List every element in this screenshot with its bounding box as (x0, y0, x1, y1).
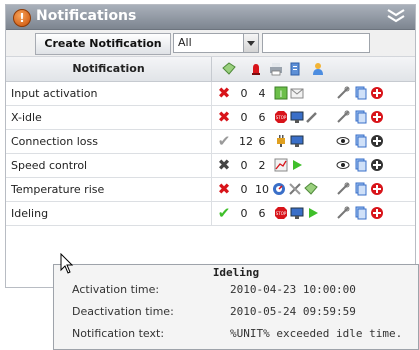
delete-icon[interactable] (370, 158, 384, 172)
table-row[interactable]: Temperature rise ✖ 0 10 (6, 178, 415, 202)
notification-name: Input activation (11, 87, 98, 100)
collapse-icon[interactable] (385, 7, 407, 25)
count-a: 0 (240, 159, 248, 172)
panel-title: Notifications (36, 8, 137, 24)
copy-icon[interactable] (353, 110, 367, 124)
error-x-icon: ✖ (217, 108, 231, 126)
delete-icon[interactable] (370, 86, 384, 100)
count-b: 4 (258, 87, 266, 100)
cell-divider (211, 130, 212, 153)
chevron-down-icon[interactable] (243, 34, 258, 52)
edit-icon[interactable] (336, 206, 350, 220)
notification-tooltip: Ideling Activation time: 2010-04-23 10:0… (53, 264, 419, 350)
monitor-icon (290, 111, 304, 123)
toolbar: Create Notification All (6, 30, 415, 57)
cell-divider (211, 178, 212, 201)
copy-icon[interactable] (353, 206, 367, 220)
notification-name: Temperature rise (11, 183, 105, 196)
copy-icon[interactable] (353, 158, 367, 172)
delete-icon[interactable] (370, 134, 384, 148)
deactivation-value: 2010-05-24 09:59:59 (230, 305, 356, 318)
cell-divider (211, 202, 212, 225)
filter-select-value: All (178, 36, 192, 49)
cell-divider (211, 154, 212, 177)
count-a: 12 (239, 135, 253, 148)
tag-icon (304, 182, 318, 195)
notification-text-label: Notification text: (72, 327, 165, 340)
delete-icon[interactable] (370, 206, 384, 220)
count-b: 6 (258, 207, 266, 220)
notification-name: Connection loss (11, 135, 98, 148)
filter-select[interactable]: All (173, 33, 259, 53)
delete-icon[interactable] (370, 110, 384, 124)
count-a: 0 (240, 207, 248, 220)
cell-divider (211, 82, 212, 105)
tools-icon (289, 183, 301, 195)
count-a: 0 (240, 111, 248, 124)
delete-icon[interactable] (370, 182, 384, 196)
cell-divider (211, 106, 212, 129)
notification-name: Speed control (11, 159, 88, 172)
alarm-bell-icon (252, 64, 260, 75)
panel-header: Notifications (6, 5, 415, 30)
disabled-x-icon: ✖ (217, 156, 231, 174)
error-x-icon: ✖ (217, 180, 231, 198)
eye-icon[interactable] (336, 158, 350, 172)
search-input[interactable] (262, 33, 370, 53)
activation-value: 2010-04-23 10:00:00 (230, 283, 356, 296)
tooltip-title: Ideling (212, 266, 260, 279)
column-header: Notification (6, 57, 415, 82)
create-notification-button[interactable]: Create Notification (35, 33, 171, 55)
stop-icon: STOP (275, 207, 287, 219)
table-row[interactable]: X-idle ✖ 0 6 STOP (6, 106, 415, 130)
play-icon (293, 160, 302, 170)
gauge-icon (273, 183, 285, 195)
count-b: 6 (258, 111, 266, 124)
check-icon: ✔ (217, 204, 231, 222)
copy-icon[interactable] (353, 182, 367, 196)
document-icon (290, 62, 300, 76)
plug-icon (277, 135, 285, 147)
notifications-panel: Notifications Create Notification All No… (5, 4, 416, 288)
column-notification[interactable]: Notification (6, 57, 212, 81)
table-row[interactable]: Ideling ✔ 0 6 STOP (6, 202, 415, 226)
printer-icon (270, 63, 282, 76)
email-icon (290, 88, 304, 99)
notification-name: Ideling (11, 207, 49, 220)
error-x-icon: ✖ (217, 84, 231, 102)
warning-icon (13, 9, 31, 27)
stop-icon: STOP (275, 111, 287, 123)
monitor-icon (290, 207, 304, 219)
svg-text:STOP: STOP (276, 211, 287, 216)
mouse-cursor-icon (60, 253, 74, 274)
eye-icon[interactable] (336, 134, 350, 148)
edit-icon[interactable] (336, 86, 350, 100)
count-b: 6 (258, 135, 266, 148)
copy-icon[interactable] (353, 86, 367, 100)
edit-icon[interactable] (336, 182, 350, 196)
svg-text:STOP: STOP (276, 115, 287, 120)
edit-icon[interactable] (336, 110, 350, 124)
svg-text:I: I (280, 90, 283, 100)
count-b: 2 (258, 159, 266, 172)
table-row[interactable]: Input activation ✖ 0 4 I (6, 82, 415, 106)
count-a: 0 (240, 183, 248, 196)
notification-name: X-idle (11, 111, 42, 124)
check-icon: ✔ (217, 132, 231, 150)
user-icon (313, 63, 323, 75)
notification-text-value: %UNIT% exceeded idle time. (230, 327, 403, 340)
table-row[interactable]: Speed control ✖ 0 2 (6, 154, 415, 178)
copy-icon[interactable] (353, 134, 367, 148)
play-icon (309, 208, 318, 218)
wrench-icon (306, 112, 317, 123)
deactivation-label: Deactivation time: (72, 305, 174, 318)
monitor-icon (290, 135, 304, 147)
chart-icon (274, 158, 288, 172)
activation-label: Activation time: (72, 283, 160, 296)
tag-icon (222, 62, 236, 75)
count-b: 10 (255, 183, 269, 196)
table-row[interactable]: Connection loss ✔ 12 6 (6, 130, 415, 154)
input-icon: I (274, 86, 288, 100)
count-a: 0 (240, 87, 248, 100)
